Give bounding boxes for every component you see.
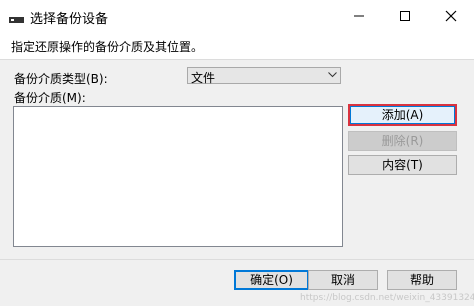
dropdown-arrow[interactable] — [324, 68, 340, 83]
media-list-label: 备份介质(M): — [14, 91, 86, 105]
watermark: https://blog.csdn.net/weixin_43391324 — [300, 293, 474, 303]
media-type-value: 文件 — [191, 71, 216, 85]
close-icon — [445, 10, 457, 22]
maximize-icon — [400, 11, 410, 21]
contents-button[interactable]: 内容(T) — [348, 155, 457, 175]
media-type-label: 备份介质类型(B): — [14, 72, 108, 86]
minimize-button[interactable] — [336, 0, 382, 32]
add-button[interactable]: 添加(A) — [348, 104, 457, 126]
remove-button[interactable]: 删除(R) — [348, 131, 457, 151]
instruction-panel: 指定还原操作的备份介质及其位置。 — [0, 32, 474, 60]
help-button[interactable]: 帮助 — [387, 270, 457, 290]
ok-button[interactable]: 确定(O) — [234, 270, 309, 290]
backup-media-list[interactable] — [13, 106, 343, 247]
minimize-icon — [354, 15, 364, 17]
close-button[interactable] — [428, 0, 474, 32]
maximize-button[interactable] — [382, 0, 428, 32]
database-icon — [9, 12, 24, 23]
window-title: 选择备份设备 — [30, 12, 109, 27]
cancel-button[interactable]: 取消 — [308, 270, 378, 290]
instruction-text: 指定还原操作的备份介质及其位置。 — [11, 40, 204, 54]
select-backup-device-dialog: 选择备份设备 指定还原操作的备份介质及其位置。 备份介质类型(B): 文件 备份… — [0, 0, 474, 306]
footer-divider — [0, 259, 474, 260]
title-bar[interactable]: 选择备份设备 — [0, 0, 474, 32]
media-type-select[interactable]: 文件 — [187, 67, 341, 85]
chevron-down-icon — [328, 72, 337, 78]
